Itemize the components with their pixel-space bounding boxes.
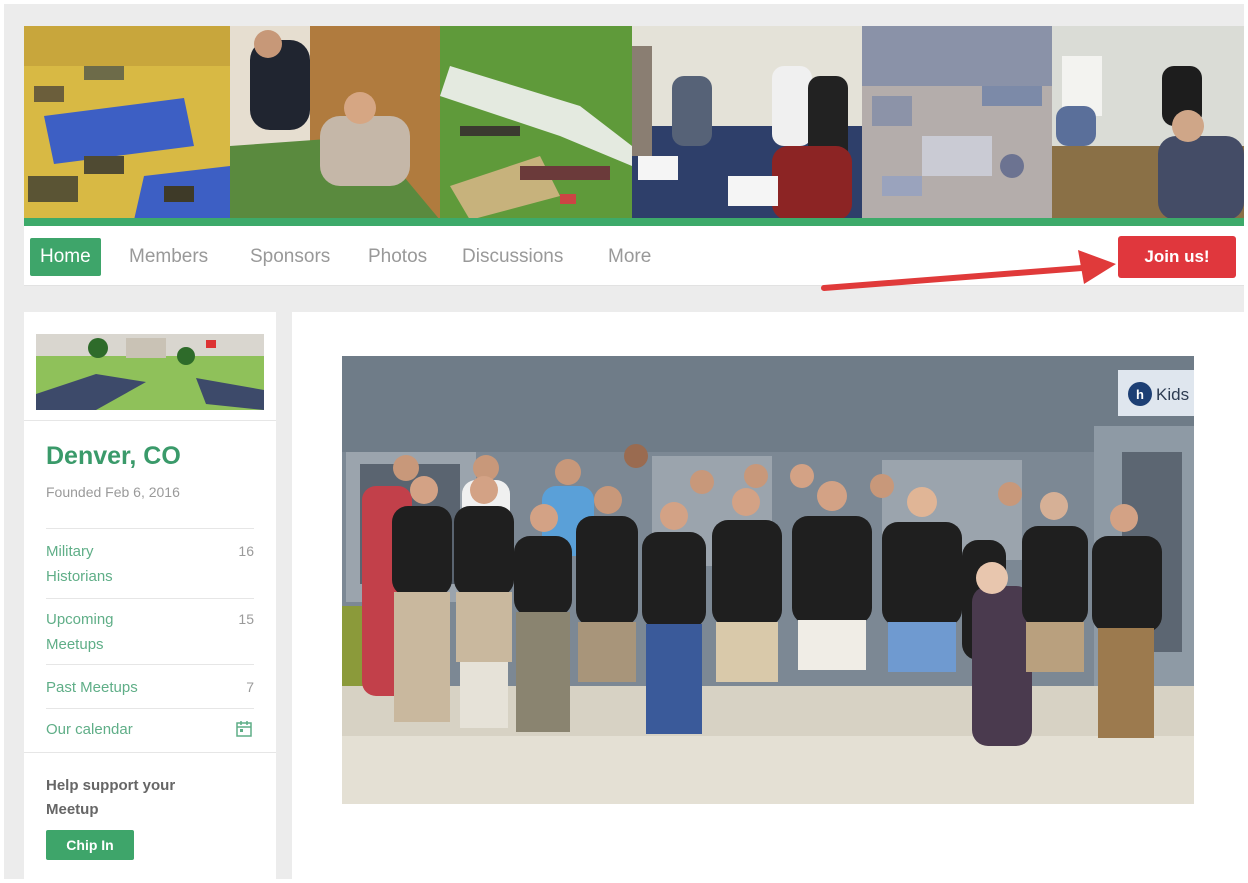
nav-photos[interactable]: Photos [358, 238, 437, 276]
stat-past-label: Past Meetups [46, 679, 138, 696]
calendar-icon [236, 721, 252, 737]
divider [24, 420, 276, 421]
banner-photo-battle-smoke [440, 26, 632, 220]
stat-members-count: 16 [238, 543, 254, 559]
banner-photo-gaming-room [1052, 26, 1244, 220]
group-photo[interactable]: h Kids [342, 356, 1194, 804]
support-heading: Help support your Meetup [46, 777, 176, 818]
nav-sponsors[interactable]: Sponsors [240, 238, 340, 276]
banner-photo-miniatures [862, 26, 1052, 220]
stat-members[interactable]: Military Historians 16 [46, 528, 254, 598]
group-sidebar: Denver, CO Founded Feb 6, 2016 Military … [24, 312, 276, 883]
stat-upcoming-count: 15 [238, 611, 254, 627]
group-city[interactable]: Denver, CO [46, 442, 181, 471]
banner-photo-wargame-table [24, 26, 230, 220]
building-sign-text: Kids [1156, 385, 1189, 404]
chip-in-button[interactable]: Chip In [46, 830, 134, 860]
group-thumbnail-photo [36, 334, 264, 410]
join-us-button[interactable]: Join us! [1118, 236, 1236, 278]
stat-past-count: 7 [246, 679, 254, 695]
nav-members[interactable]: Members [119, 238, 218, 276]
stat-past-meetups[interactable]: Past Meetups 7 [46, 664, 254, 708]
annotation-arrow-icon [821, 250, 1116, 291]
main-content: h Kids [292, 312, 1244, 883]
svg-text:h: h [1136, 387, 1144, 402]
banner-photo-players [230, 26, 440, 220]
banner-accent-bar [24, 218, 1244, 226]
stat-upcoming-label: Upcoming Meetups [46, 611, 114, 653]
stat-upcoming-meetups[interactable]: Upcoming Meetups 15 [46, 598, 254, 664]
banner-collage [24, 26, 1244, 220]
founded-date: Founded Feb 6, 2016 [46, 484, 180, 500]
nav-more[interactable]: More [598, 238, 661, 276]
stat-our-calendar[interactable]: Our calendar [46, 708, 254, 752]
banner-photo-hall [632, 26, 862, 220]
divider [24, 752, 276, 753]
nav-discussions[interactable]: Discussions [452, 238, 573, 276]
nav-home[interactable]: Home [30, 238, 101, 276]
stat-calendar-label: Our calendar [46, 721, 133, 738]
stat-members-label: Military Historians [46, 543, 113, 585]
